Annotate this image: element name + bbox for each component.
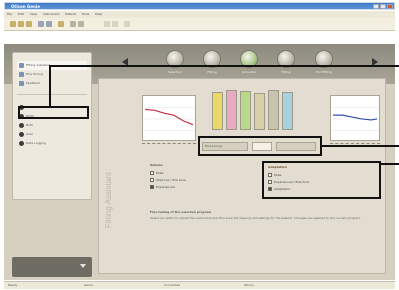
checkbox[interactable] <box>150 171 154 175</box>
document-icon <box>19 72 24 77</box>
minimize-button[interactable] <box>373 4 379 9</box>
tab-label: Acoustics <box>241 70 257 74</box>
application-window: Oticon Genie File Edit View Instrument P… <box>0 0 399 290</box>
callout-leader-top <box>49 65 399 67</box>
tab-fitting[interactable]: Fitting <box>198 50 226 74</box>
volume-option-start-low[interactable]: Start low / fine tune <box>150 177 250 184</box>
help-icon[interactable] <box>70 21 76 27</box>
menu-tools[interactable]: Tools <box>82 12 89 16</box>
sidebar-item-both[interactable]: Both <box>17 121 87 130</box>
settings-icon[interactable] <box>124 21 130 27</box>
callout-fine-tuning <box>198 136 322 156</box>
eq-band-3[interactable] <box>240 91 251 130</box>
sidebar-item-label: Fine Tuning <box>26 72 43 76</box>
status-brand: Oticon <box>244 283 254 287</box>
menu-help[interactable]: Help <box>95 12 102 16</box>
sidebar-item-label: Feedback <box>26 81 41 85</box>
info-icon[interactable] <box>78 21 84 27</box>
sidebar-footer-dropdown[interactable] <box>12 257 92 277</box>
left-ear-graph <box>142 95 196 141</box>
sidebar-item-fine-tuning[interactable]: Fine Tuning <box>17 70 87 79</box>
callout-leader-sidebar <box>49 66 51 106</box>
status-connection: Connected <box>164 283 181 287</box>
program-icon[interactable] <box>46 21 52 27</box>
status-ready: Ready <box>8 283 18 287</box>
ear-icon <box>19 123 24 128</box>
sidebar-item-data-logging[interactable]: Data Logging <box>17 139 87 148</box>
document-icon <box>19 81 24 86</box>
band-equalizer <box>210 90 302 130</box>
callout-leader-fine-tuning <box>322 145 399 147</box>
undo-icon[interactable] <box>104 21 110 27</box>
tab-end-fitting[interactable]: End Fitting <box>310 50 338 74</box>
eq-band-1[interactable] <box>212 92 223 130</box>
volume-options: Volume Mute Start low / fine tune Experi… <box>150 163 250 191</box>
volume-option-experienced[interactable]: Experienced <box>150 184 250 191</box>
open-icon[interactable] <box>18 21 24 27</box>
sidebar-divider <box>17 94 87 95</box>
ear-icon <box>19 141 24 146</box>
chevron-down-icon <box>80 264 86 268</box>
eq-band-5[interactable] <box>268 90 279 130</box>
vertical-title-text: Fitting Assistant <box>104 171 113 228</box>
close-button[interactable] <box>387 4 393 9</box>
sidebar-item-label: Data Logging <box>26 141 47 145</box>
volume-heading: Volume <box>150 163 163 167</box>
tab-label: Selection <box>168 70 182 74</box>
callout-adaptation-options <box>262 161 381 199</box>
menu-view[interactable]: View <box>30 12 37 16</box>
option-label: Mute <box>156 171 164 175</box>
status-bar: Ready Genie Connected Oticon <box>4 281 395 289</box>
maximize-button[interactable] <box>380 4 386 9</box>
callout-leader-adaptation <box>381 163 399 165</box>
sidebar-item-label: Auto <box>26 132 33 136</box>
right-ear-curve <box>331 107 379 131</box>
sidebar-item-label: Fitting Assistant <box>26 63 50 67</box>
print-icon[interactable] <box>58 21 64 27</box>
window-title: Oticon Genie <box>11 4 40 9</box>
tab-acoustics[interactable]: Acoustics <box>235 50 263 74</box>
eq-band-2[interactable] <box>226 90 237 130</box>
menu-patient[interactable]: Patient <box>65 12 75 16</box>
description-heading: Fine tuning of the selected program <box>150 210 212 214</box>
tab-selection[interactable]: Selection <box>161 50 189 74</box>
checkbox[interactable] <box>150 178 154 182</box>
option-label: Start low / fine tune <box>156 178 186 182</box>
menu-file[interactable]: File <box>7 12 12 16</box>
new-icon[interactable] <box>10 21 16 27</box>
description-panel: Fine tuning of the selected program Sele… <box>150 210 372 238</box>
tab-fitting-2[interactable]: Fitting <box>272 50 300 74</box>
redo-icon[interactable] <box>112 21 118 27</box>
sidebar-item-label: Both <box>26 123 33 127</box>
vertical-title: Fitting Assistant <box>104 108 116 238</box>
option-label: Experienced <box>156 185 175 189</box>
eq-band-4[interactable] <box>254 93 265 130</box>
menu-instrument[interactable]: Instrument <box>43 12 60 16</box>
save-icon[interactable] <box>26 21 32 27</box>
status-app: Genie <box>84 283 93 287</box>
tab-label: Fitting <box>207 70 217 74</box>
volume-option-mute[interactable]: Mute <box>150 170 250 177</box>
toolbar <box>4 18 395 31</box>
sidebar-item-auto[interactable]: Auto <box>17 130 87 139</box>
eq-band-6[interactable] <box>282 92 293 130</box>
document-icon <box>19 63 24 68</box>
sidebar: Fitting Assistant Fine Tuning Feedback L… <box>12 52 92 200</box>
right-ear-graph <box>330 95 380 141</box>
tab-label: Fitting <box>281 70 291 74</box>
left-ear-curve <box>143 107 195 131</box>
title-bar: Oticon Genie <box>4 2 395 10</box>
sidebar-item-feedback[interactable]: Feedback <box>17 79 87 88</box>
menu-edit[interactable]: Edit <box>18 12 24 16</box>
left-graph-axis <box>142 143 196 148</box>
menu-bar: File Edit View Instrument Patient Tools … <box>4 11 395 18</box>
tab-label: End Fitting <box>316 70 332 74</box>
description-text: Select an option to adjust the instrumen… <box>150 216 362 220</box>
callout-sidebar-item <box>18 106 89 119</box>
ear-icon <box>19 132 24 137</box>
checkbox[interactable] <box>150 185 154 189</box>
connect-icon[interactable] <box>38 21 44 27</box>
